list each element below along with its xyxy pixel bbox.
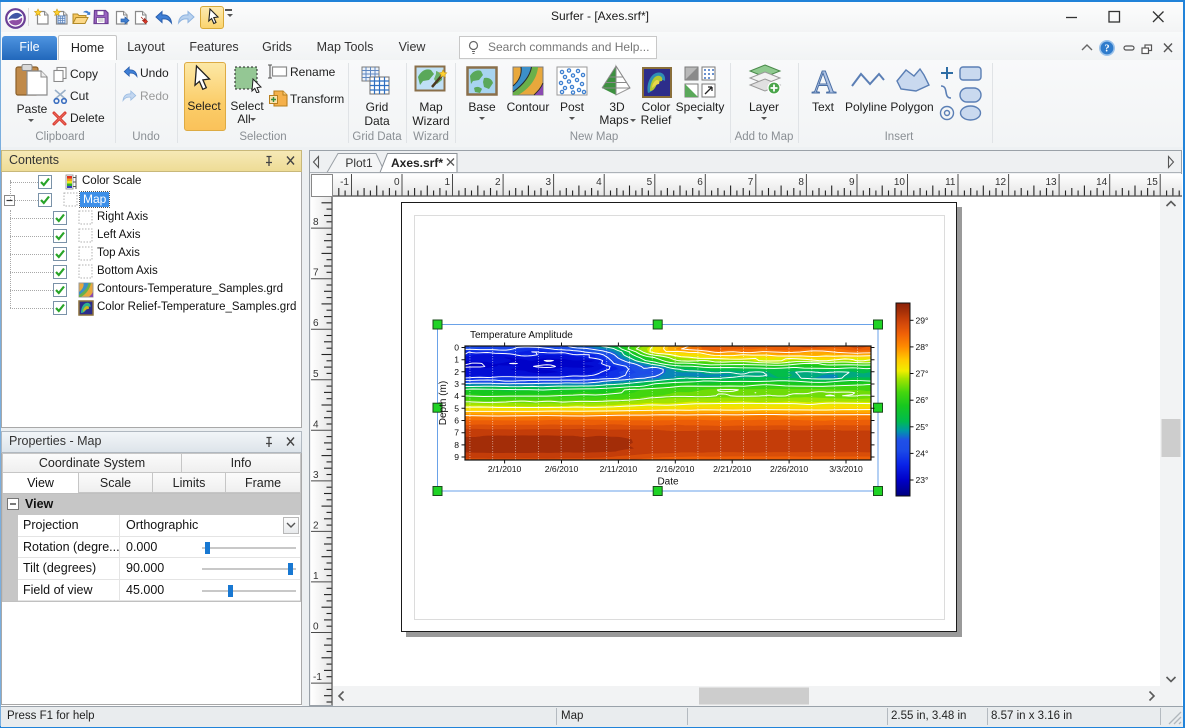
svg-text:5: 5	[454, 403, 459, 413]
svg-text:2/16/2010: 2/16/2010	[656, 464, 694, 474]
svg-text:25°: 25°	[916, 422, 929, 432]
svg-text:1: 1	[444, 177, 450, 188]
svg-text:1: 1	[313, 571, 319, 582]
svg-text:4: 4	[454, 391, 459, 401]
svg-text:0: 0	[454, 343, 459, 353]
svg-text:14: 14	[1096, 177, 1108, 188]
svg-text:1: 1	[454, 355, 459, 365]
svg-text:9: 9	[454, 452, 459, 462]
svg-text:0: 0	[394, 177, 400, 188]
svg-text:-1: -1	[340, 177, 349, 188]
svg-text:4: 4	[596, 177, 602, 188]
svg-text:8: 8	[313, 217, 319, 228]
svg-text:?: ?	[1104, 44, 1109, 55]
svg-text:15: 15	[1147, 177, 1159, 188]
svg-text:3/3/2010: 3/3/2010	[829, 464, 863, 474]
svg-text:Plot1: Plot1	[345, 156, 373, 170]
svg-text:2/1/2010: 2/1/2010	[488, 464, 522, 474]
svg-text:8: 8	[798, 177, 804, 188]
svg-text:13: 13	[1045, 177, 1057, 188]
svg-text:9: 9	[849, 177, 855, 188]
svg-text:12: 12	[995, 177, 1007, 188]
svg-text:Date: Date	[657, 477, 679, 488]
svg-text:7: 7	[313, 268, 319, 279]
svg-text:2: 2	[313, 520, 319, 531]
svg-text:6: 6	[454, 416, 459, 426]
svg-text:7: 7	[454, 428, 459, 438]
svg-text:8: 8	[454, 440, 459, 450]
svg-text:23°: 23°	[916, 475, 929, 485]
svg-text:3: 3	[313, 470, 319, 481]
svg-text:2/11/2010: 2/11/2010	[600, 464, 638, 474]
svg-text:A: A	[812, 64, 837, 98]
svg-text:2: 2	[454, 367, 459, 377]
svg-text:29°: 29°	[916, 315, 929, 325]
svg-text:Temperature Amplitude: Temperature Amplitude	[470, 330, 573, 341]
svg-text:5: 5	[313, 369, 319, 380]
svg-text:2/26/2010: 2/26/2010	[770, 464, 808, 474]
svg-text:28°: 28°	[916, 342, 929, 352]
svg-text:27°: 27°	[916, 369, 929, 379]
svg-text:3: 3	[454, 379, 459, 389]
svg-text:3: 3	[546, 177, 552, 188]
svg-text:2/21/2010: 2/21/2010	[713, 464, 751, 474]
svg-text:7: 7	[748, 177, 754, 188]
svg-text:2/6/2010: 2/6/2010	[545, 464, 579, 474]
svg-text:2: 2	[495, 177, 501, 188]
svg-text:24°: 24°	[916, 448, 929, 458]
svg-text:10: 10	[894, 177, 906, 188]
svg-text:0: 0	[313, 622, 319, 633]
svg-text:-1: -1	[313, 672, 322, 683]
svg-text:Depth (m): Depth (m)	[438, 381, 449, 425]
svg-text:5: 5	[647, 177, 653, 188]
svg-text:6: 6	[697, 177, 703, 188]
svg-text:11: 11	[945, 177, 956, 188]
svg-text:4: 4	[313, 419, 319, 430]
svg-text:6: 6	[313, 318, 319, 329]
svg-text:26°: 26°	[916, 395, 929, 405]
svg-text:Axes.srf*: Axes.srf*	[391, 156, 443, 170]
